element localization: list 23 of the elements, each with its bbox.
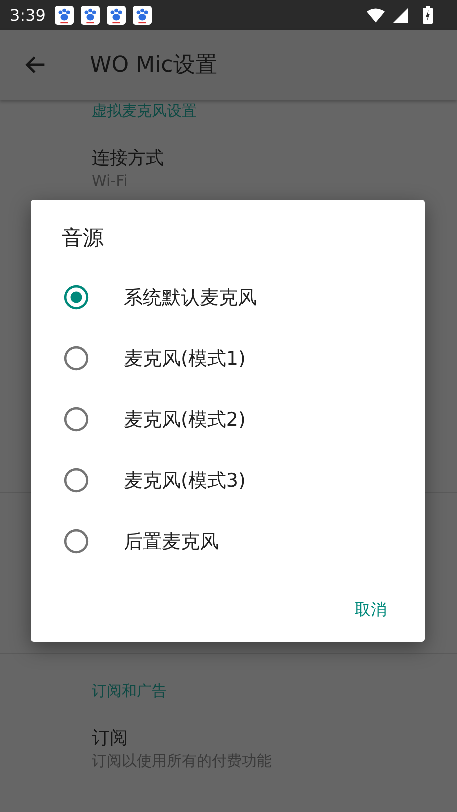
- section-header: 虚拟麦克风设置: [92, 101, 198, 122]
- paw-icon: [106, 6, 126, 24]
- option-label[interactable]: 后置麦克风: [124, 528, 219, 554]
- dialog-title: 音源: [61, 225, 105, 252]
- signal-icon: [392, 8, 410, 22]
- option-label[interactable]: 麦克风(模式2): [124, 406, 246, 432]
- paw-icon: [80, 6, 100, 24]
- cancel-button[interactable]: 取消: [337, 590, 405, 631]
- section-header: 订阅和广告: [0, 653, 457, 722]
- radio-button[interactable]: [64, 529, 89, 554]
- wifi-icon: [367, 8, 385, 22]
- radio-button[interactable]: [64, 407, 89, 432]
- radio-button[interactable]: [64, 346, 89, 371]
- status-time: 3:39: [10, 6, 46, 24]
- battery-icon: [423, 6, 433, 24]
- paw-icon: [132, 6, 152, 24]
- radio-button[interactable]: [64, 285, 89, 310]
- option-label[interactable]: 系统默认麦克风: [124, 284, 257, 310]
- radio-button[interactable]: [64, 468, 89, 493]
- option-label[interactable]: 麦克风(模式1): [124, 346, 246, 372]
- option-label[interactable]: 麦克风(模式3): [124, 468, 246, 494]
- paw-icon: [54, 6, 74, 24]
- app-bar-title: WO Mic设置: [90, 52, 218, 80]
